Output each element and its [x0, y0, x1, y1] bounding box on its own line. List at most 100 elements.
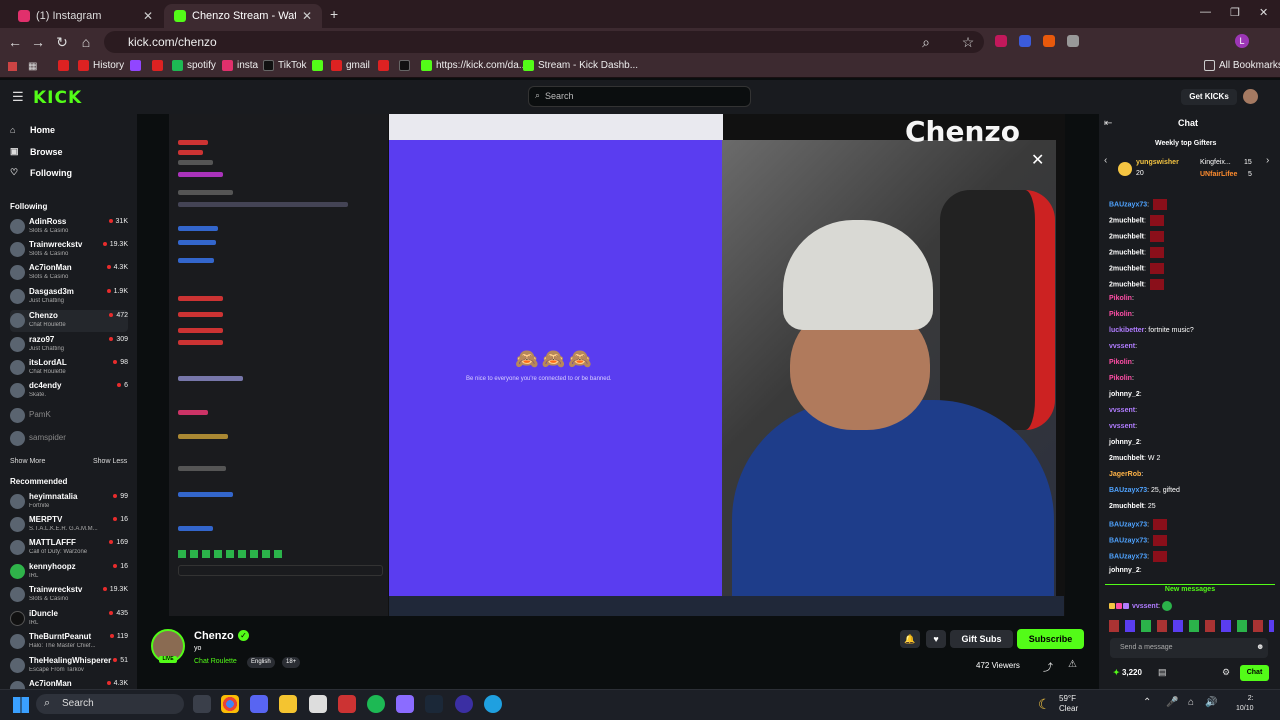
chevron-left-icon[interactable]: ‹: [1104, 155, 1107, 166]
extension-icon[interactable]: [995, 35, 1007, 47]
chrome-icon[interactable]: [221, 695, 239, 713]
home-browser-icon[interactable]: ⌂: [78, 34, 94, 50]
chat-username[interactable]: 2muchbelt: [1109, 455, 1144, 462]
sidebar-channel[interactable]: Trainwreckstv Slots & Casino 19.3K: [10, 584, 128, 606]
obs-icon[interactable]: [455, 695, 473, 713]
calendar-icon[interactable]: ▤: [1158, 667, 1167, 678]
app-icon[interactable]: [309, 695, 327, 713]
taskbar-clock[interactable]: 2: 10/10: [1236, 694, 1254, 714]
subscribe-button[interactable]: Subscribe: [1017, 629, 1084, 649]
sidebar-channel[interactable]: itsLordAL Chat Roulette 98: [10, 357, 128, 379]
new-messages-divider[interactable]: New messages: [1105, 584, 1275, 594]
back-icon[interactable]: ←: [7, 34, 23, 50]
grid-icon[interactable]: ▦: [28, 61, 37, 72]
bookmark-x[interactable]: [399, 60, 414, 71]
close-window-button[interactable]: ✕: [1259, 6, 1268, 19]
chat-username[interactable]: johnny_2: [1109, 391, 1140, 398]
bookmark-gmail[interactable]: gmail: [331, 60, 370, 71]
minimize-button[interactable]: —: [1200, 6, 1211, 18]
settings-gear-icon[interactable]: ⚙: [1222, 667, 1230, 678]
channel-name[interactable]: Chenzo: [194, 630, 234, 642]
sidebar-channel[interactable]: AdinRoss Slots & Casino 31K: [10, 216, 128, 238]
close-icon[interactable]: ✕: [1031, 150, 1044, 170]
shield-icon[interactable]: [1067, 35, 1079, 47]
chat-username[interactable]: BAUzayx73: [1109, 201, 1147, 208]
bookmark-kick-dashboard-url[interactable]: https://kick.com/da...: [421, 60, 527, 71]
sidebar-channel-offline[interactable]: samspider: [10, 428, 128, 450]
bookmark-youtube[interactable]: [378, 60, 393, 71]
chat-username[interactable]: BAUzayx73: [1109, 553, 1147, 560]
profile-avatar[interactable]: L: [1235, 34, 1249, 48]
gift-subs-button[interactable]: Gift Subs: [950, 630, 1013, 648]
zoom-icon[interactable]: ⌕: [918, 34, 934, 50]
sidebar-channel[interactable]: Dasgasd3m Just Chatting 1.9K: [10, 286, 128, 308]
close-tab-icon[interactable]: ✕: [143, 9, 153, 23]
hamburger-menu-icon[interactable]: ☰: [12, 89, 24, 105]
sidebar-channel[interactable]: TheBurntPeanut Halo: The Master Chief... 1…: [10, 631, 128, 653]
tag-language[interactable]: English: [247, 657, 275, 668]
tab-chenzo-stream[interactable]: Chenzo Stream - Watch Live on ✕: [164, 4, 322, 28]
extension-icon[interactable]: [1019, 35, 1031, 47]
spotify-icon[interactable]: [367, 695, 385, 713]
chevron-up-icon[interactable]: ⌃: [1143, 697, 1151, 708]
chat-username[interactable]: 2muchbelt: [1109, 233, 1144, 240]
forward-icon[interactable]: →: [30, 34, 46, 50]
maximize-button[interactable]: ❐: [1230, 6, 1240, 19]
reload-icon[interactable]: ↻: [54, 34, 70, 50]
chat-username[interactable]: 2muchbelt: [1109, 503, 1144, 510]
chat-username[interactable]: Pikolin: [1109, 359, 1132, 366]
nav-home[interactable]: ⌂ Home: [10, 125, 55, 135]
sidebar-channel-selected[interactable]: Chenzo Chat Roulette 472: [10, 310, 128, 332]
chat-username[interactable]: 2muchbelt: [1109, 249, 1144, 256]
network-icon[interactable]: ⌂: [1188, 697, 1194, 708]
nav-following[interactable]: ♡ Following: [10, 167, 72, 178]
steam-icon[interactable]: [425, 695, 443, 713]
sidebar-channel-offline[interactable]: PamK: [10, 405, 128, 427]
chat-username[interactable]: vvssent: [1109, 343, 1135, 350]
taskbar-search[interactable]: ⌕ Search: [36, 694, 184, 714]
share-icon[interactable]: ⤴: [1043, 659, 1053, 674]
url-field[interactable]: kick.com/chenzo: [104, 31, 984, 53]
tab-instagram[interactable]: (1) Instagram ✕: [8, 4, 163, 28]
show-more-button[interactable]: Show More: [10, 458, 45, 465]
sidebar-channel[interactable]: Ac7ionMan Slots & Casino 4.3K: [10, 262, 128, 284]
close-tab-icon[interactable]: ✕: [302, 9, 312, 23]
stream-category[interactable]: Chat Roulette: [194, 658, 237, 665]
sidebar-channel[interactable]: dc4endy Skate. 6: [10, 380, 128, 402]
sidebar-channel[interactable]: iDuncle IRL 435: [10, 608, 128, 630]
bookmark-star-icon[interactable]: ☆: [960, 34, 976, 50]
chat-username[interactable]: 2muchbelt: [1109, 217, 1144, 224]
user-avatar[interactable]: [1243, 89, 1258, 104]
discord-icon[interactable]: [250, 695, 268, 713]
chat-username[interactable]: 2muchbelt: [1109, 265, 1144, 272]
bookmark-youtube[interactable]: [58, 60, 73, 71]
bookmark-kick-stream-dashboard[interactable]: Stream - Kick Dashb...: [523, 60, 638, 71]
chat-username[interactable]: Pikolin: [1109, 311, 1132, 318]
sidebar-channel[interactable]: razo97 Just Chatting 309: [10, 334, 128, 356]
chat-username[interactable]: BAUzayx73: [1109, 521, 1147, 528]
sidebar-channel[interactable]: Trainwreckstv Slots & Casino 19.3K: [10, 239, 128, 261]
bookmark-youtube[interactable]: [152, 60, 167, 71]
get-kicks-button[interactable]: Get KICKs: [1181, 89, 1237, 105]
report-icon[interactable]: ⚠: [1068, 659, 1077, 670]
notification-bell-icon[interactable]: 🔔: [900, 630, 920, 648]
chat-username[interactable]: johnny_2: [1109, 439, 1140, 446]
all-bookmarks[interactable]: All Bookmarks: [1204, 60, 1280, 71]
windows-start-icon[interactable]: [13, 697, 29, 713]
chat-username[interactable]: BAUzayx73: [1109, 487, 1147, 494]
emote-bar[interactable]: [1109, 620, 1274, 634]
sidebar-channel[interactable]: heyimnatalia Fortnite 99: [10, 491, 128, 513]
show-less-button[interactable]: Show Less: [93, 458, 127, 465]
chat-username[interactable]: Pikolin: [1109, 375, 1132, 382]
new-tab-button[interactable]: +: [330, 6, 338, 22]
gifter-name[interactable]: UNfairLifee: [1200, 171, 1237, 178]
app-icon[interactable]: [338, 695, 356, 713]
chat-username[interactable]: luckibetter: [1109, 327, 1144, 334]
search-input[interactable]: ⌕ Search: [528, 86, 751, 107]
kick-logo[interactable]: KICK: [33, 88, 82, 108]
microphone-icon[interactable]: 🎤: [1166, 697, 1178, 708]
sidebar-channel[interactable]: MERPTV S.T.A.L.K.E.R. G.A.M.M... 16: [10, 514, 128, 536]
bookmark-insta[interactable]: insta: [222, 60, 258, 71]
gifter-name[interactable]: Kingfeix...: [1200, 159, 1231, 166]
sidebar-channel[interactable]: TheHealingWhisperer Escape From Tarkov 51: [10, 655, 128, 677]
